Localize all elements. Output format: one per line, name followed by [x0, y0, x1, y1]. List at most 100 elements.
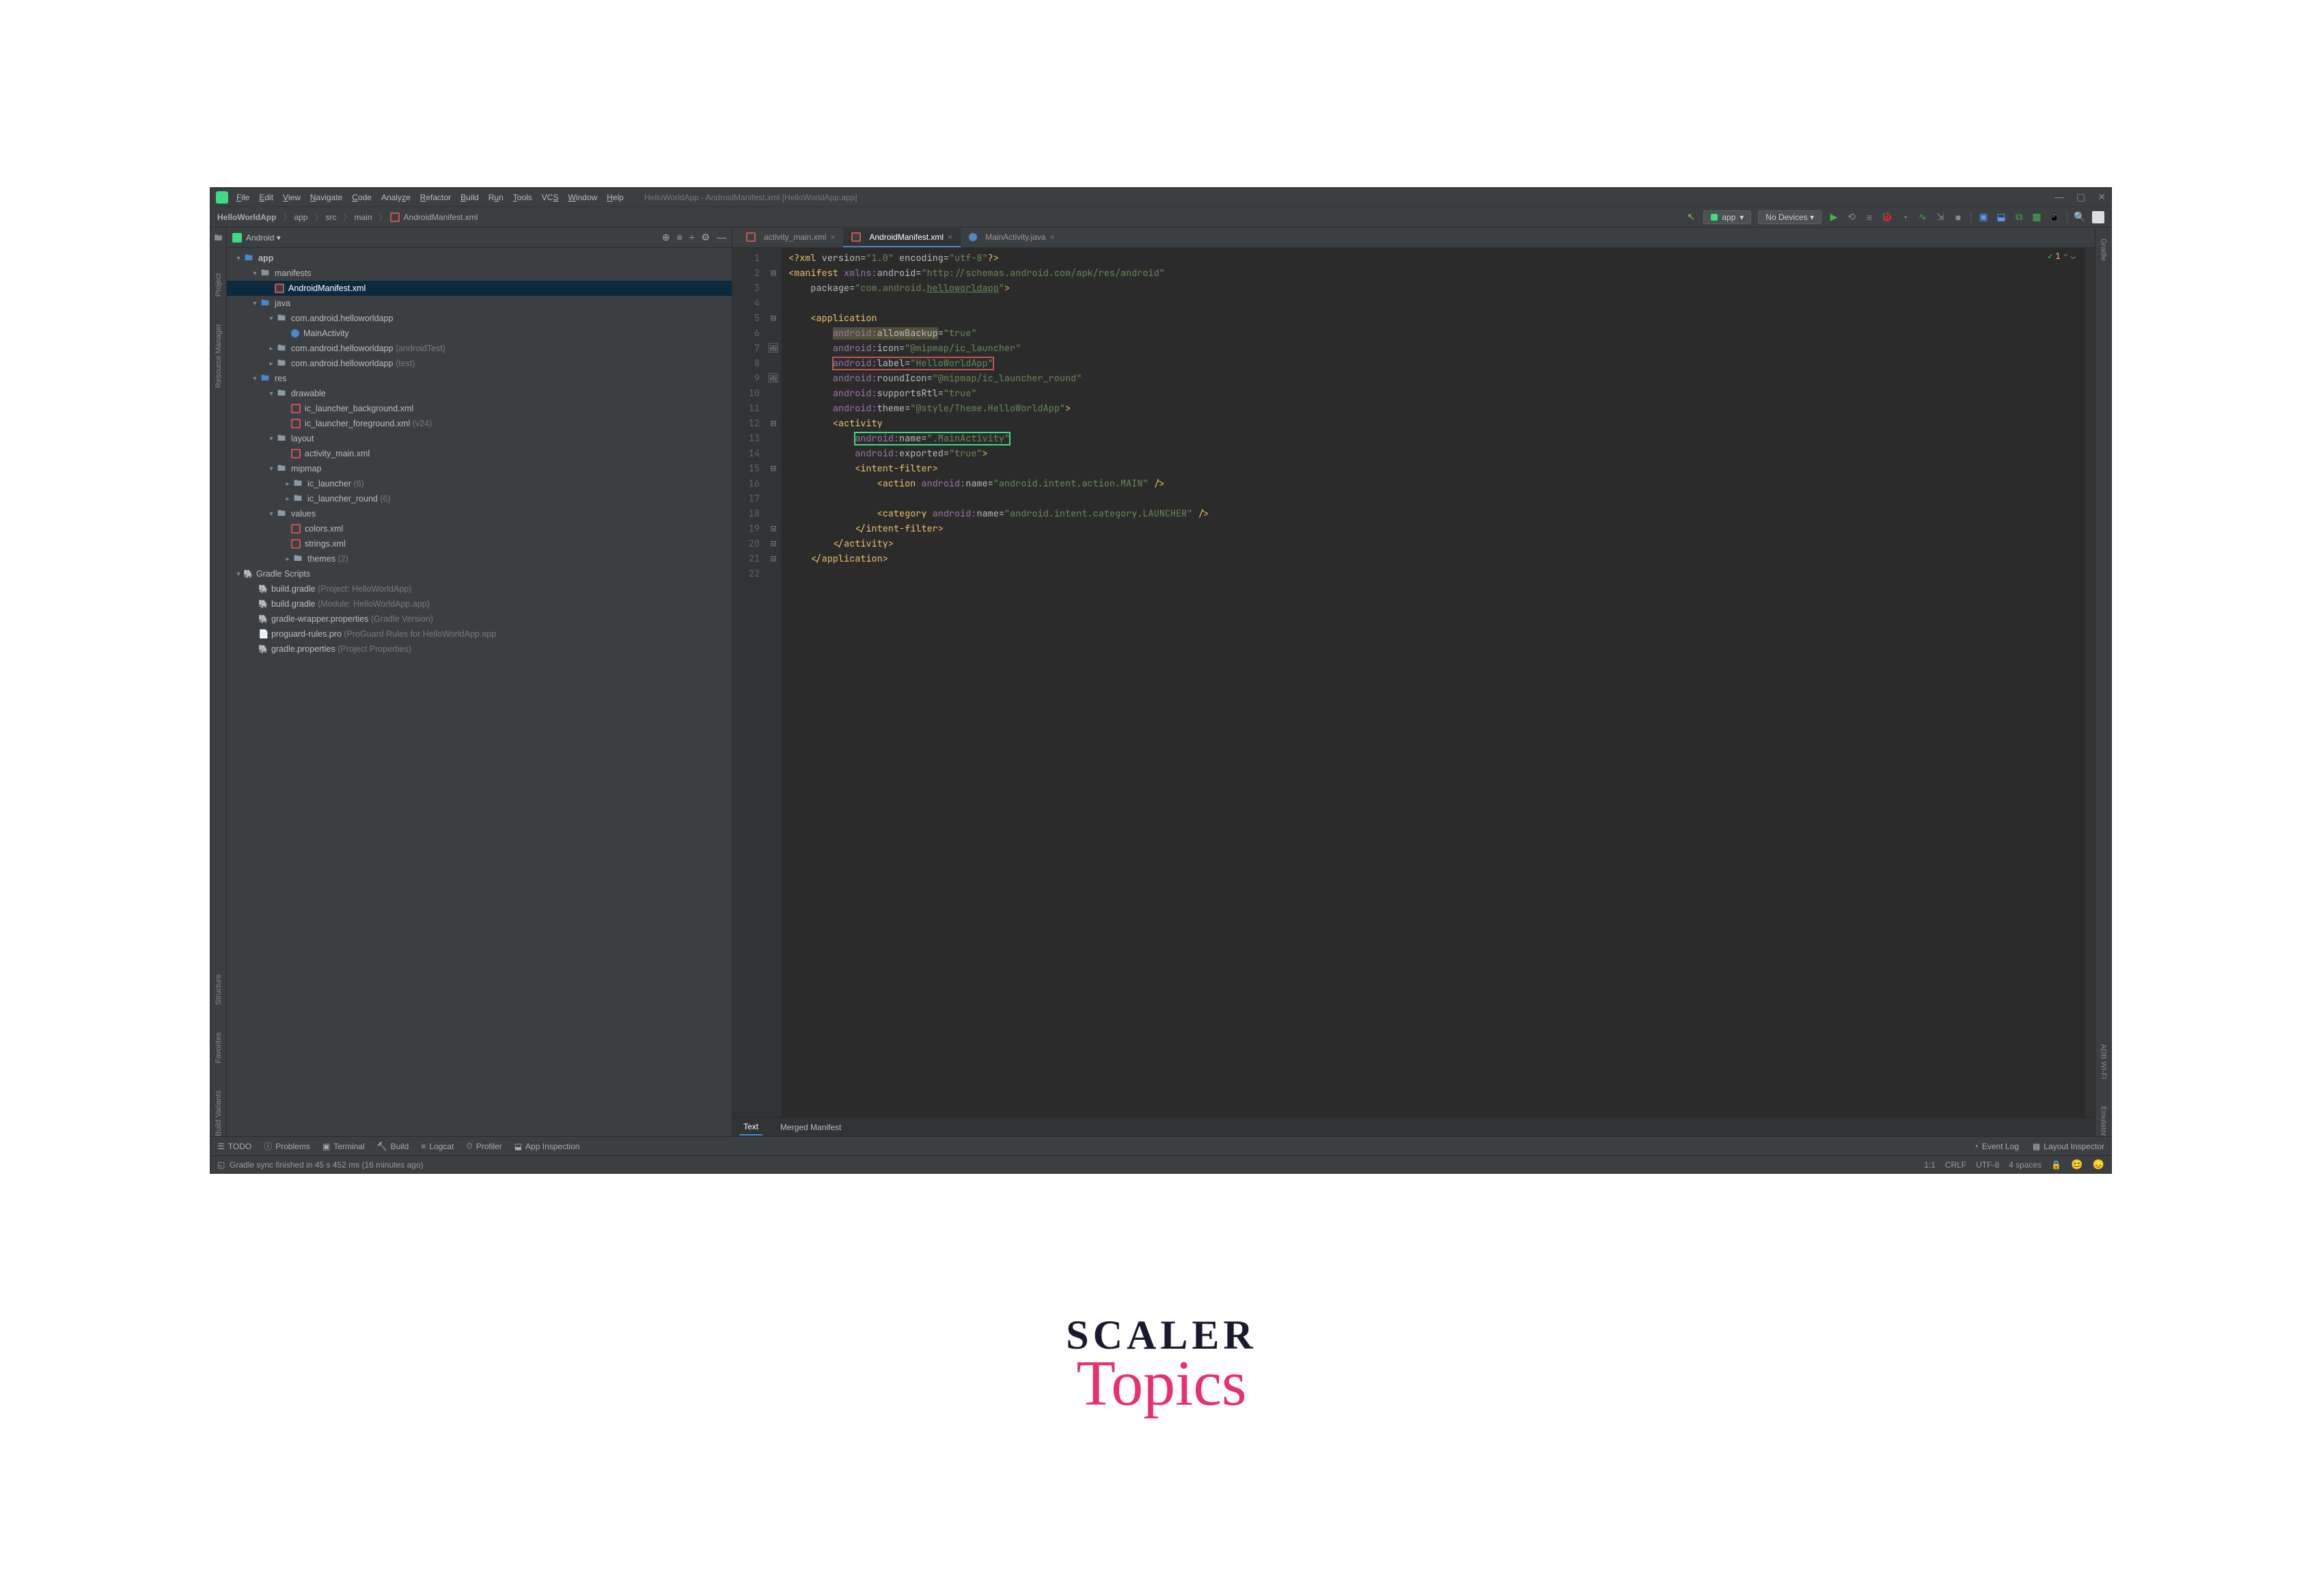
- scaler-topics-logo: SCALER Topics: [1066, 1312, 1256, 1420]
- status-bar: ◱ Gradle sync finished in 45 s 452 ms (1…: [210, 1155, 2111, 1173]
- tw-layout-inspector[interactable]: ▦Layout Inspector: [2033, 1142, 2104, 1151]
- window-title: HelloWorldApp - AndroidManifest.xml [Hel…: [644, 193, 857, 202]
- rail-project[interactable]: Project: [215, 273, 223, 297]
- tick-icon: ✓: [2048, 251, 2052, 262]
- menu-run[interactable]: Run: [489, 193, 504, 202]
- status-caret-pos[interactable]: 1:1: [1924, 1160, 1936, 1170]
- tw-problems[interactable]: ⓘProblems: [264, 1140, 310, 1152]
- status-hide-windows-icon[interactable]: ◱: [217, 1160, 225, 1170]
- android-studio-logo-icon: [216, 191, 228, 204]
- editor-tabs[interactable]: activity_main.xml× AndroidManifest.xml× …: [732, 228, 2095, 248]
- bottom-tool-windows: ☰TODO ⓘProblems ▣Terminal 🔨Build ≡Logcat…: [210, 1136, 2111, 1155]
- rail-gradle[interactable]: Gradle: [2100, 238, 2108, 261]
- locate-icon[interactable]: ⊕: [662, 232, 670, 243]
- crumb-file[interactable]: AndroidManifest.xml: [404, 212, 478, 222]
- resource-manager-icon[interactable]: ⧉: [2013, 212, 2024, 223]
- line-numbers: 12345678910111213141516171819202122: [732, 248, 765, 1117]
- titlebar: File Edit View Navigate Code Analyze Ref…: [210, 188, 2111, 207]
- expand-all-icon[interactable]: ≡: [677, 232, 683, 243]
- minimize-icon[interactable]: —: [2054, 191, 2064, 203]
- menu-help[interactable]: Help: [607, 193, 624, 202]
- face-happy-icon[interactable]: 😊: [2071, 1159, 2083, 1170]
- tree-android-manifest[interactable]: AndroidManifest.xml: [227, 281, 732, 296]
- tw-todo[interactable]: ☰TODO: [217, 1142, 251, 1151]
- status-message: Gradle sync finished in 45 s 452 ms (16 …: [230, 1160, 423, 1170]
- lock-icon[interactable]: 🔒: [2051, 1160, 2061, 1170]
- android-view-icon: [232, 233, 242, 243]
- menu-build[interactable]: Build: [461, 193, 479, 202]
- apply-changes-icon[interactable]: ⟲: [1846, 212, 1857, 223]
- run-config-combo[interactable]: app ▾: [1703, 210, 1751, 224]
- rail-resource-manager[interactable]: Resource Manager: [215, 324, 223, 388]
- status-encoding[interactable]: UTF-8: [1976, 1160, 1999, 1170]
- main-menu[interactable]: File Edit View Navigate Code Analyze Ref…: [236, 193, 624, 202]
- rail-favorites[interactable]: Favorites: [215, 1032, 223, 1063]
- coverage-icon[interactable]: ◔: [1899, 212, 1910, 223]
- code-content[interactable]: <?xml version="1.0" encoding="utf-8"?> <…: [782, 248, 2085, 1117]
- avd-manager-icon[interactable]: ▣: [1978, 212, 1989, 223]
- tab-main-activity[interactable]: MainActivity.java×: [961, 228, 1063, 247]
- tab-text[interactable]: Text: [739, 1119, 762, 1136]
- user-icon[interactable]: [2092, 211, 2104, 223]
- menu-tools[interactable]: Tools: [513, 193, 532, 202]
- menu-code[interactable]: Code: [352, 193, 372, 202]
- attach-debugger-icon[interactable]: ⇲: [1935, 212, 1946, 223]
- status-line-sep[interactable]: CRLF: [1945, 1160, 1966, 1170]
- tw-event-log[interactable]: ◔Event Log: [1974, 1142, 2019, 1151]
- tw-logcat[interactable]: ≡Logcat: [421, 1142, 454, 1151]
- layout-inspector-icon[interactable]: ▦: [2031, 212, 2042, 223]
- logo-topics-text: Topics: [1066, 1347, 1256, 1420]
- rail-structure[interactable]: Structure: [215, 974, 223, 1005]
- collapse-all-icon[interactable]: ÷: [689, 232, 695, 243]
- make-project-icon[interactable]: ↖: [1686, 212, 1696, 223]
- ide-window: File Edit View Navigate Code Analyze Ref…: [210, 187, 2112, 1174]
- device-explorer-icon[interactable]: 📱: [2049, 212, 2060, 223]
- maximize-icon[interactable]: ▢: [2076, 191, 2085, 203]
- menu-window[interactable]: Window: [568, 193, 597, 202]
- crumb-main[interactable]: main: [355, 212, 372, 222]
- run-icon[interactable]: ▶: [1828, 212, 1839, 223]
- tw-build[interactable]: 🔨Build: [377, 1142, 409, 1151]
- project-tree[interactable]: ▾app ▾manifests AndroidManifest.xml ▾jav…: [227, 248, 732, 1136]
- tw-terminal[interactable]: ▣Terminal: [322, 1142, 365, 1151]
- tw-app-inspection[interactable]: ⬓App Inspection: [514, 1142, 580, 1151]
- rail-adb-wifi[interactable]: ADB Wi-Fi: [2100, 1044, 2108, 1079]
- rail-project-icon[interactable]: 🖿: [214, 232, 222, 246]
- menu-analyze[interactable]: Analyze: [381, 193, 411, 202]
- close-icon[interactable]: ✕: [2098, 191, 2106, 203]
- rail-build-variants[interactable]: Build Variants: [215, 1090, 223, 1136]
- settings-icon[interactable]: ⚙: [701, 232, 710, 243]
- code-editor[interactable]: 12345678910111213141516171819202122 ⊟⊟🖼🖼…: [732, 248, 2095, 1117]
- sdk-manager-icon[interactable]: ⬓: [1996, 212, 2007, 223]
- search-icon[interactable]: 🔍: [2074, 212, 2085, 223]
- face-sad-icon[interactable]: 😞: [2093, 1159, 2104, 1170]
- menu-vcs[interactable]: VCS: [542, 193, 559, 202]
- crumb-src[interactable]: src: [326, 212, 337, 222]
- stop-icon[interactable]: ■: [1953, 212, 1964, 223]
- rail-emulator[interactable]: Emulator: [2100, 1106, 2108, 1136]
- status-indent[interactable]: 4 spaces: [2009, 1160, 2042, 1170]
- menu-edit[interactable]: Edit: [259, 193, 273, 202]
- project-view-selector[interactable]: Android ▾: [246, 233, 281, 243]
- debug-icon[interactable]: 🐞: [1882, 212, 1893, 223]
- device-selector-combo[interactable]: No Devices ▾: [1758, 210, 1822, 224]
- menu-refactor[interactable]: Refactor: [420, 193, 451, 202]
- menu-navigate[interactable]: Navigate: [310, 193, 342, 202]
- editor-scrollbar[interactable]: [2085, 248, 2095, 1117]
- editor-bottom-tabs[interactable]: Text Merged Manifest: [732, 1117, 2095, 1136]
- tab-activity-main[interactable]: activity_main.xml×: [738, 228, 843, 247]
- hide-icon[interactable]: —: [717, 232, 726, 243]
- menu-view[interactable]: View: [283, 193, 301, 202]
- crumb-app[interactable]: app: [294, 212, 307, 222]
- apply-code-icon[interactable]: ≡: [1864, 212, 1875, 223]
- crumb-project[interactable]: HelloWorldApp: [217, 212, 276, 222]
- tw-profiler[interactable]: ⏱Profiler: [466, 1141, 501, 1151]
- xml-file-icon: [390, 212, 400, 222]
- tab-merged-manifest[interactable]: Merged Manifest: [776, 1120, 845, 1135]
- navigation-bar: HelloWorldApp〉 app〉 src〉 main〉 AndroidMa…: [210, 207, 2111, 228]
- menu-file[interactable]: File: [236, 193, 249, 202]
- right-tool-rail: Gradle ADB Wi-Fi Emulator: [2095, 228, 2111, 1136]
- profile-icon[interactable]: ∿: [1917, 212, 1928, 223]
- tab-android-manifest[interactable]: AndroidManifest.xml×: [843, 228, 961, 247]
- inspection-widget[interactable]: ✓ 1 ⌃⌄: [2048, 251, 2076, 262]
